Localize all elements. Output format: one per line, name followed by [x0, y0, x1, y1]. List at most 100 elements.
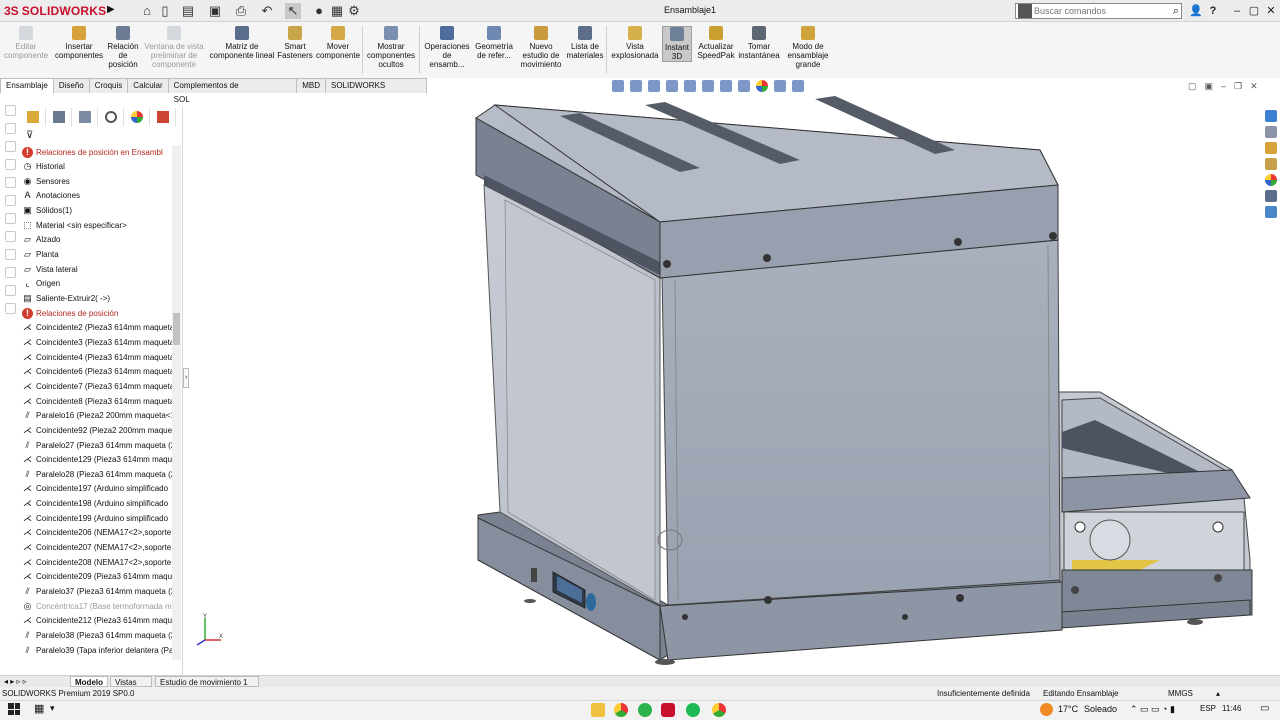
dimxpert-tab[interactable]: [98, 108, 124, 126]
toolbar-button-speedpak[interactable]: Actualizar SpeedPak: [697, 26, 735, 60]
spotify-taskbar-icon[interactable]: [686, 703, 700, 717]
tab-complementos-de-solidworks[interactable]: Complementos de SOLIDWORKS: [167, 78, 298, 104]
view-settings-icon[interactable]: [792, 80, 804, 92]
display-manager-tab[interactable]: [124, 108, 150, 126]
search-commands[interactable]: ⌕: [1015, 3, 1182, 19]
solidworks-taskbar-icon[interactable]: [661, 703, 675, 717]
custom-properties-icon[interactable]: [1265, 190, 1277, 202]
tree-item[interactable]: ◷ Historial: [22, 160, 174, 174]
toolbar-button-bom[interactable]: Lista de materiales: [565, 26, 605, 60]
filter-icon[interactable]: [5, 195, 16, 206]
tree-item[interactable]: ▱ Alzado: [22, 233, 174, 247]
configurationmanager-tab[interactable]: [72, 108, 98, 126]
tree-item[interactable]: ⋌ Coincidente212 (Pieza3 614mm maqu: [22, 614, 174, 628]
tile-icon[interactable]: ▢: [1188, 81, 1197, 92]
addin-tab[interactable]: [150, 108, 176, 126]
tree-item[interactable]: ▣ Sólidos(1): [22, 204, 174, 218]
appearances-icon[interactable]: [1265, 174, 1277, 186]
chrome-second-taskbar-icon[interactable]: [712, 703, 726, 717]
toolbar-button-smart-fasteners[interactable]: Smart Fasteners: [277, 26, 313, 60]
tree-item[interactable]: ⋌ Coincidente207 (NEMA17<2>,soporte: [22, 541, 174, 555]
unit-system-arrow-icon[interactable]: ▴: [1216, 687, 1220, 700]
tree-item[interactable]: ⋌ Coincidente208 (NEMA17<2>,soporte: [22, 555, 174, 569]
toolbar-button-instant3d[interactable]: Instant 3D: [662, 26, 692, 62]
design-library-icon[interactable]: [1265, 126, 1277, 138]
unit-system[interactable]: MMGS: [1168, 687, 1193, 700]
close-button[interactable]: ✕: [1263, 3, 1279, 19]
tree-scrollbar[interactable]: [172, 145, 181, 660]
filter-icon[interactable]: [5, 105, 16, 116]
restore-icon[interactable]: ▣: [1205, 81, 1214, 92]
task-view-icon[interactable]: ▦: [34, 702, 44, 715]
file-explorer-taskbar-icon[interactable]: [591, 703, 605, 717]
tree-item[interactable]: ⋌ Coincidente198 (Arduino simplificado: [22, 497, 174, 511]
toolbar-button-reference-geometry[interactable]: Geometría de refer...: [471, 26, 517, 60]
user-icon[interactable]: 👤: [1188, 3, 1204, 19]
tree-item[interactable]: ⫽ Paralelo27 (Pieza3 614mm maqueta (2: [22, 438, 174, 452]
system-tray-icons[interactable]: ⌃ ▭ ▭ ◔ ▮: [1130, 704, 1175, 715]
new-document-icon[interactable]: ▯: [157, 3, 173, 19]
filter-icon[interactable]: [5, 159, 16, 170]
filter-icon[interactable]: [5, 303, 16, 314]
tree-scroll-thumb[interactable]: [173, 313, 180, 345]
tree-item[interactable]: ! Relaciones de posición en Ensambl: [22, 145, 174, 159]
filter-icon[interactable]: [5, 123, 16, 134]
tree-item[interactable]: ▱ Planta: [22, 248, 174, 262]
minimize-button[interactable]: –: [1229, 3, 1245, 19]
undo-icon[interactable]: ↶: [259, 3, 275, 19]
filter-icon[interactable]: [5, 141, 16, 152]
propertymanager-tab[interactable]: [46, 108, 72, 126]
section-view-icon[interactable]: [666, 80, 678, 92]
hide-show-icon[interactable]: [738, 80, 750, 92]
zoom-area-icon[interactable]: [630, 80, 642, 92]
tree-item[interactable]: ⫽ Paralelo16 (Pieza2 200mm maqueta<1: [22, 409, 174, 423]
tree-item[interactable]: ⋌ Coincidente206 (NEMA17<2>,soporte: [22, 526, 174, 540]
tree-filter-icon[interactable]: ⊽: [26, 130, 40, 142]
tab-mbd[interactable]: MBD: [296, 78, 326, 93]
file-explorer-icon[interactable]: [1265, 142, 1277, 154]
options-gear-icon[interactable]: ⚙: [346, 3, 362, 19]
toolbar-button-insert-components[interactable]: Insertar componentes: [55, 26, 103, 60]
taskbar-clock[interactable]: 11:46: [1222, 704, 1241, 713]
toolbar-button-show-hidden[interactable]: Mostrar componentes ocultos: [364, 26, 418, 69]
toolbar-button-snapshot[interactable]: Tomar instantánea: [738, 26, 780, 60]
previous-view-icon[interactable]: [648, 80, 660, 92]
weather-sun-icon[interactable]: [1040, 703, 1053, 716]
menu-expand-icon[interactable]: ▶: [107, 4, 117, 18]
bottom-tab-vistas-3d[interactable]: Vistas 3D: [110, 676, 152, 698]
appearance-icon[interactable]: [756, 80, 768, 92]
tab-scroll-arrows[interactable]: ◂ ▸ ▹ ▹: [4, 677, 27, 686]
filter-icon[interactable]: [5, 285, 16, 296]
tree-item[interactable]: ⋌ Coincidente4 (Pieza3 614mm maqueta: [22, 350, 174, 364]
file-properties-icon[interactable]: ▦: [329, 3, 345, 19]
save-icon[interactable]: ▣: [207, 3, 223, 19]
filter-icon[interactable]: [5, 231, 16, 242]
tree-item[interactable]: ⌞ Origen: [22, 277, 174, 291]
tree-item[interactable]: ! Relaciones de posición: [22, 306, 174, 320]
rebuild-icon[interactable]: ●: [311, 3, 327, 19]
tree-item[interactable]: ⋌ Coincidente197 (Arduino simplificado: [22, 482, 174, 496]
filter-icon[interactable]: [5, 267, 16, 278]
tree-item[interactable]: ⋌ Coincidente92 (Pieza2 200mm maquet: [22, 423, 174, 437]
print-icon[interactable]: ⎙: [233, 3, 249, 19]
notifications-icon[interactable]: ▭: [1260, 703, 1269, 714]
tab-dise-o[interactable]: Diseño: [52, 78, 90, 93]
zoom-to-fit-icon[interactable]: [612, 80, 624, 92]
tree-item[interactable]: ⫽ Paralelo28 (Pieza3 614mm maqueta (2: [22, 467, 174, 481]
view-orientation-icon[interactable]: [702, 80, 714, 92]
filter-icon[interactable]: [5, 177, 16, 188]
tree-item[interactable]: ▤ Saliente-Extruir2( ->): [22, 292, 174, 306]
bottom-tab-modelo[interactable]: Modelo: [70, 676, 108, 687]
select-icon[interactable]: ↖: [285, 3, 301, 19]
view-palette-icon[interactable]: [1265, 158, 1277, 170]
taskbar-arrow-icon[interactable]: ▾: [50, 703, 55, 714]
tree-item[interactable]: ⋌ Coincidente129 (Pieza3 614mm maqu: [22, 453, 174, 467]
whatsapp-taskbar-icon[interactable]: [638, 703, 652, 717]
solidworks-forum-icon[interactable]: [1265, 206, 1277, 218]
help-icon[interactable]: ?: [1205, 3, 1221, 19]
tree-item[interactable]: ⋌ Coincidente8 (Pieza3 614mm maqueta: [22, 394, 174, 408]
toolbar-button-motion-study[interactable]: Nuevo estudio de movimiento: [518, 26, 564, 69]
graphics-area[interactable]: [190, 93, 1260, 675]
featuremanager-tab[interactable]: [20, 108, 46, 126]
filter-icon[interactable]: [5, 249, 16, 260]
